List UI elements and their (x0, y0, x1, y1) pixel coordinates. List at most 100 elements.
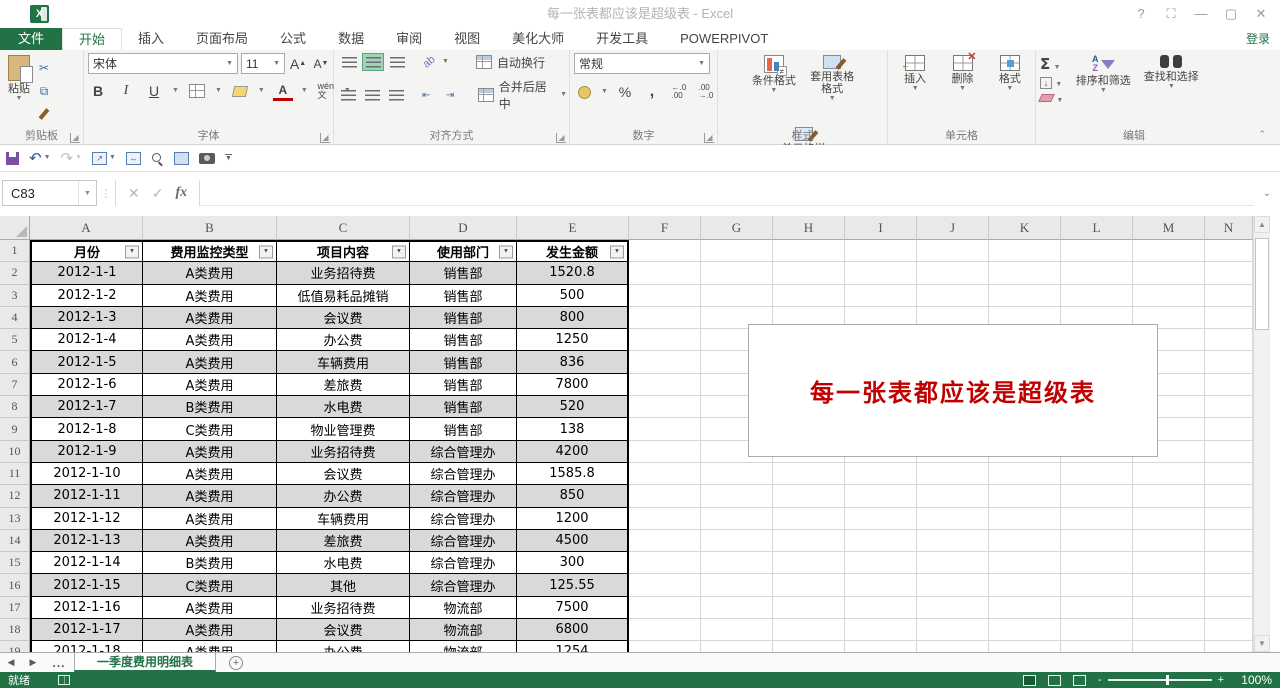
print-preview-button[interactable] (151, 152, 164, 165)
cell-L15[interactable] (1061, 552, 1133, 574)
cell-M2[interactable] (1133, 262, 1205, 284)
cell-H16[interactable] (773, 574, 845, 596)
row-header-5[interactable]: 5 (0, 329, 30, 351)
decrease-decimal-icon[interactable]: .00→.0 (696, 82, 716, 102)
cell-H15[interactable] (773, 552, 845, 574)
cut-icon[interactable]: ✂ (34, 58, 54, 78)
insert-function-icon[interactable]: fx (175, 185, 187, 201)
cell-E6[interactable]: 836 (517, 351, 629, 373)
next-sheet-icon[interactable]: ▶ (22, 653, 44, 672)
cell-B11[interactable]: A类费用 (143, 463, 277, 485)
cell-F4[interactable] (629, 307, 701, 329)
cell-D8[interactable]: 销售部 (410, 396, 517, 418)
cell-D10[interactable]: 综合管理办 (410, 441, 517, 463)
cell-F19[interactable] (629, 641, 701, 652)
row-header-16[interactable]: 16 (0, 574, 30, 596)
cell-F12[interactable] (629, 485, 701, 507)
cell-D3[interactable]: 销售部 (410, 285, 517, 307)
merge-cells-button[interactable]: ↔ (126, 152, 141, 165)
cell-F16[interactable] (629, 574, 701, 596)
cell-C7[interactable]: 差旅费 (277, 374, 410, 396)
tab-公式[interactable]: 公式 (264, 28, 322, 50)
align-bottom-icon[interactable] (386, 53, 408, 71)
row-header-14[interactable]: 14 (0, 530, 30, 552)
paste-button[interactable]: 粘贴▼ (4, 53, 34, 125)
row-header-10[interactable]: 10 (0, 441, 30, 463)
form-button[interactable] (174, 152, 189, 165)
cell-M19[interactable] (1133, 641, 1205, 652)
zoom-level[interactable]: 100% (1236, 673, 1272, 687)
cell-N18[interactable] (1205, 619, 1253, 641)
cell-E14[interactable]: 4500 (517, 530, 629, 552)
cell-N2[interactable] (1205, 262, 1253, 284)
align-top-icon[interactable] (338, 53, 360, 71)
undo-button[interactable]: ↶▼ (29, 149, 51, 167)
cell-C12[interactable]: 办公费 (277, 485, 410, 507)
cell-A18[interactable]: 2012-1-17 (30, 619, 143, 641)
cell-H12[interactable] (773, 485, 845, 507)
enter-entry-icon[interactable]: ✓ (152, 185, 164, 202)
cell-I17[interactable] (845, 597, 917, 619)
cell-B14[interactable]: A类费用 (143, 530, 277, 552)
cell-E5[interactable]: 1250 (517, 329, 629, 351)
prev-sheet-icon[interactable]: ◀ (0, 653, 22, 672)
normal-view-icon[interactable] (1023, 675, 1036, 686)
tab-file[interactable]: 文件 (0, 28, 62, 50)
cell-H17[interactable] (773, 597, 845, 619)
cell-D18[interactable]: 物流部 (410, 619, 517, 641)
cell-N13[interactable] (1205, 508, 1253, 530)
cell-E11[interactable]: 1585.8 (517, 463, 629, 485)
minimize-button[interactable]: — (1186, 2, 1216, 26)
cell-A5[interactable]: 2012-1-4 (30, 329, 143, 351)
cell-L3[interactable] (1061, 285, 1133, 307)
autosum-button[interactable]: Σ ▼ (1040, 55, 1063, 73)
cell-F8[interactable] (629, 396, 701, 418)
grow-font-icon[interactable]: A▲ (288, 54, 308, 74)
cell-D11[interactable]: 综合管理办 (410, 463, 517, 485)
cell-A2[interactable]: 2012-1-1 (30, 262, 143, 284)
cell-E19[interactable]: 1254 (517, 641, 629, 652)
row-header-4[interactable]: 4 (0, 307, 30, 329)
cell-A16[interactable]: 2012-1-15 (30, 574, 143, 596)
cell-K12[interactable] (989, 485, 1061, 507)
cell-L16[interactable] (1061, 574, 1133, 596)
align-left-icon[interactable] (338, 86, 360, 104)
cell-N14[interactable] (1205, 530, 1253, 552)
cell-C9[interactable]: 物业管理费 (277, 418, 410, 440)
conditional-formatting-button[interactable]: ≠ 条件格式▼ (747, 53, 801, 125)
cell-C16[interactable]: 其他 (277, 574, 410, 596)
zoom-in-icon[interactable]: + (1218, 674, 1224, 686)
cell-B2[interactable]: A类费用 (143, 262, 277, 284)
cell-F15[interactable] (629, 552, 701, 574)
cell-L2[interactable] (1061, 262, 1133, 284)
cell-K14[interactable] (989, 530, 1061, 552)
row-header-7[interactable]: 7 (0, 374, 30, 396)
cell-C4[interactable]: 会议费 (277, 307, 410, 329)
cell-D14[interactable]: 综合管理办 (410, 530, 517, 552)
font-dialog-launcher[interactable]: ◢ (320, 133, 330, 143)
cell-L13[interactable] (1061, 508, 1133, 530)
cell-J11[interactable] (917, 463, 989, 485)
expand-formula-bar-icon[interactable]: ⌄ (1254, 180, 1280, 206)
merge-center-icon[interactable] (475, 86, 497, 104)
column-header-M[interactable]: M (1133, 216, 1205, 240)
worksheet-textbox[interactable]: 每一张表都应该是超级表 (748, 324, 1158, 457)
scroll-up-icon[interactable]: ▲ (1254, 216, 1270, 233)
italic-button[interactable]: I (116, 81, 136, 101)
cell-H19[interactable] (773, 641, 845, 652)
cell-F11[interactable] (629, 463, 701, 485)
save-button[interactable] (6, 152, 19, 165)
page-break-view-icon[interactable] (1073, 675, 1086, 686)
cell-G17[interactable] (701, 597, 773, 619)
cell-M3[interactable] (1133, 285, 1205, 307)
row-header-8[interactable]: 8 (0, 396, 30, 418)
cell-I3[interactable] (845, 285, 917, 307)
insert-cells-button[interactable]: ← 插入▼ (893, 53, 937, 125)
cell-F17[interactable] (629, 597, 701, 619)
cell-I14[interactable] (845, 530, 917, 552)
cell-H2[interactable] (773, 262, 845, 284)
cell-F14[interactable] (629, 530, 701, 552)
cell-M16[interactable] (1133, 574, 1205, 596)
cell-G18[interactable] (701, 619, 773, 641)
accounting-format-icon[interactable] (574, 82, 594, 102)
